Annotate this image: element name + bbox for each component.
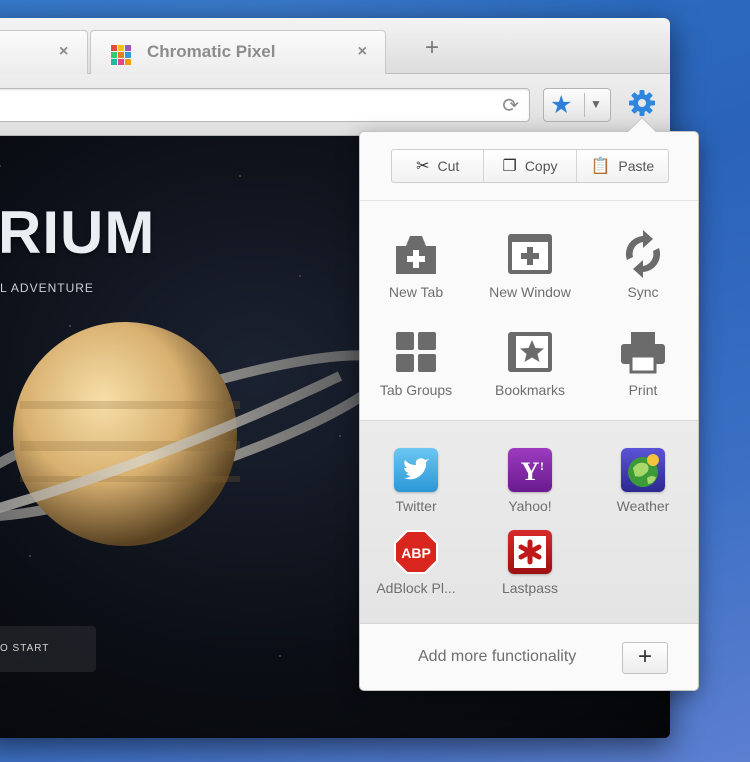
bookmarks-label: Bookmarks bbox=[494, 382, 566, 398]
svg-text:!: ! bbox=[540, 459, 544, 473]
weather-icon bbox=[621, 448, 665, 492]
chrome-menu-popup: ✂ Cut ❐ Copy 📋 Paste New Tab New Window … bbox=[359, 116, 699, 691]
bookmark-dropdown-icon[interactable]: ▼ bbox=[590, 97, 602, 111]
yahoo-icon: Y! bbox=[508, 448, 552, 492]
bookmark-star-icon[interactable]: ★ bbox=[550, 90, 572, 120]
toolbar: ⟳ ★ ▼ bbox=[0, 74, 670, 136]
tab-groups-icon bbox=[396, 332, 436, 372]
new-tab-label: New Tab bbox=[388, 284, 444, 300]
new-window-icon bbox=[508, 234, 552, 274]
tab-strip: × Chromatic Pixel × + bbox=[0, 18, 670, 74]
sync-label: Sync bbox=[627, 284, 659, 300]
add-more-functionality-text: Add more functionality bbox=[418, 648, 577, 665]
bookmarks-action[interactable]: Bookmarks bbox=[475, 328, 585, 398]
address-bar[interactable]: ⟳ bbox=[0, 88, 530, 122]
new-window-label: New Window bbox=[489, 284, 571, 300]
scissors-icon: ✂ bbox=[416, 158, 430, 175]
tab-previous[interactable]: × bbox=[0, 30, 88, 74]
paste-label: Paste bbox=[618, 158, 655, 174]
start-button[interactable]: O START bbox=[0, 626, 96, 672]
edit-button-group: ✂ Cut ❐ Copy 📋 Paste bbox=[391, 149, 669, 183]
copy-button[interactable]: ❐ Copy bbox=[484, 150, 577, 182]
divider bbox=[360, 200, 698, 201]
lastpass-icon bbox=[508, 530, 552, 574]
cut-button[interactable]: ✂ Cut bbox=[392, 150, 485, 182]
tab-groups-action[interactable]: Tab Groups bbox=[361, 328, 471, 398]
add-functionality-button[interactable]: + bbox=[622, 642, 668, 674]
new-tab-action[interactable]: New Tab bbox=[361, 230, 471, 300]
tab-close-icon[interactable]: × bbox=[358, 43, 367, 61]
lastpass-app[interactable]: Lastpass bbox=[475, 530, 585, 596]
tab-chromatic-pixel[interactable]: Chromatic Pixel × bbox=[90, 30, 386, 74]
adblock-app[interactable]: ABP AdBlock Pl... bbox=[361, 530, 471, 596]
copy-icon: ❐ bbox=[502, 158, 517, 175]
tab-groups-label: Tab Groups bbox=[379, 382, 453, 398]
copy-label: Copy bbox=[524, 158, 558, 174]
weather-app[interactable]: Weather bbox=[588, 448, 698, 514]
paste-button[interactable]: 📋 Paste bbox=[577, 150, 668, 182]
print-icon bbox=[621, 332, 665, 374]
tab-title: Chromatic Pixel bbox=[147, 42, 276, 61]
bookmarks-icon bbox=[508, 332, 552, 372]
adblock-label: AdBlock Pl... bbox=[376, 580, 456, 596]
twitter-icon bbox=[394, 448, 438, 492]
twitter-label: Twitter bbox=[395, 498, 437, 514]
weather-label: Weather bbox=[616, 498, 670, 514]
yahoo-label: Yahoo! bbox=[508, 498, 552, 514]
new-tab-button[interactable]: + bbox=[425, 34, 439, 62]
new-tab-icon bbox=[396, 236, 436, 274]
print-label: Print bbox=[628, 382, 658, 398]
chromatic-pixel-favicon-icon bbox=[111, 45, 131, 65]
new-window-action[interactable]: New Window bbox=[475, 230, 585, 300]
hero-title: RIUM bbox=[0, 199, 156, 266]
cut-label: Cut bbox=[437, 158, 460, 174]
bookmark-button-group: ★ ▼ bbox=[543, 88, 611, 122]
sync-icon bbox=[625, 230, 661, 278]
svg-text:Y: Y bbox=[521, 457, 540, 486]
yahoo-app[interactable]: Y! Yahoo! bbox=[475, 448, 585, 514]
reload-icon[interactable]: ⟳ bbox=[502, 93, 519, 118]
print-action[interactable]: Print bbox=[588, 328, 698, 398]
svg-text:ABP: ABP bbox=[401, 545, 431, 561]
twitter-app[interactable]: Twitter bbox=[361, 448, 471, 514]
start-button-label: O START bbox=[0, 643, 50, 654]
hero-subtitle: L ADVENTURE bbox=[0, 281, 94, 295]
sync-action[interactable]: Sync bbox=[588, 230, 698, 300]
gear-icon[interactable] bbox=[627, 88, 657, 118]
lastpass-label: Lastpass bbox=[501, 580, 559, 596]
tab-close-icon[interactable]: × bbox=[59, 43, 68, 61]
divider bbox=[584, 93, 585, 117]
paste-icon: 📋 bbox=[590, 158, 611, 175]
adblock-icon: ABP bbox=[394, 530, 438, 574]
saturn-image bbox=[0, 322, 380, 546]
